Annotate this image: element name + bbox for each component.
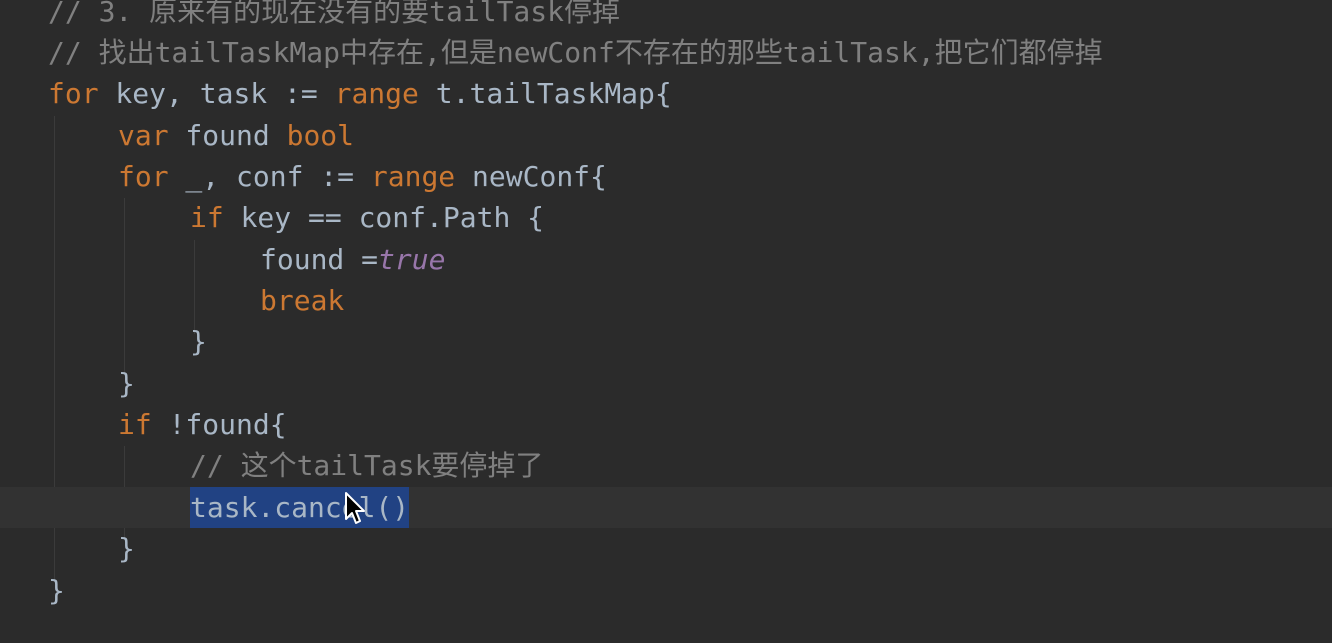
code-line-5[interactable]: for _, conf := range newConf{ xyxy=(0,156,1332,197)
statement: for _, conf := range newConf{ xyxy=(118,156,607,197)
code-line-4[interactable]: var found bool xyxy=(0,115,1332,156)
code-line-13-current[interactable]: task.cancel() xyxy=(0,487,1332,528)
condition: key == conf.Path { xyxy=(223,201,545,234)
code-line-3[interactable]: for key, task := range t.tailTaskMap{ xyxy=(0,73,1332,114)
closing-brace: } xyxy=(118,367,135,400)
comment: // 这个tailTask要停掉了 xyxy=(190,449,544,482)
keyword-for: for xyxy=(118,160,169,193)
code-line-14[interactable]: } xyxy=(0,528,1332,569)
mouse-pointer-icon xyxy=(345,492,365,524)
identifier: key, task := xyxy=(98,77,335,110)
statement: found =true xyxy=(260,239,445,280)
keyword-for: for xyxy=(48,77,99,110)
code-line-6[interactable]: if key == conf.Path { xyxy=(0,197,1332,238)
statement: if !found{ xyxy=(118,404,287,445)
code-line-15[interactable]: } xyxy=(0,570,1332,611)
statement: for key, task := range t.tailTaskMap{ xyxy=(48,73,672,114)
selected-text[interactable]: task.cancel() xyxy=(190,487,410,528)
closing-brace: } xyxy=(190,325,207,358)
comment: // 3. 原来有的现在没有的要tailTask停掉 xyxy=(48,0,621,28)
identifier: _, conf := xyxy=(168,160,371,193)
keyword-var: var xyxy=(118,119,169,152)
closing-brace: } xyxy=(118,532,135,565)
code-line-12[interactable]: // 这个tailTask要停掉了 xyxy=(0,445,1332,486)
statement: var found bool xyxy=(118,115,354,156)
comment: // 找出tailTaskMap中存在,但是newConf不存在的那些tailT… xyxy=(48,36,1103,69)
identifier: t.tailTaskMap{ xyxy=(418,77,672,110)
code-line-1[interactable]: // 3. 原来有的现在没有的要tailTask停掉 xyxy=(0,0,1332,32)
type-bool: bool xyxy=(286,119,355,152)
keyword-break: break xyxy=(260,284,345,317)
code-line-11[interactable]: if !found{ xyxy=(0,404,1332,445)
keyword-if: if xyxy=(190,201,224,234)
literal-true: true xyxy=(378,243,446,276)
keyword-if: if xyxy=(118,408,152,441)
statement: if key == conf.Path { xyxy=(190,197,544,238)
identifier: found xyxy=(168,119,287,152)
code-line-10[interactable]: } xyxy=(0,363,1332,404)
code-line-2[interactable]: // 找出tailTaskMap中存在,但是newConf不存在的那些tailT… xyxy=(0,32,1332,73)
code-line-9[interactable]: } xyxy=(0,321,1332,362)
identifier: found = xyxy=(260,243,379,276)
identifier: newConf{ xyxy=(455,160,607,193)
condition: !found{ xyxy=(151,408,287,441)
keyword-range: range xyxy=(334,77,419,110)
code-line-8[interactable]: break xyxy=(0,280,1332,321)
code-line-7[interactable]: found =true xyxy=(0,239,1332,280)
keyword-range: range xyxy=(370,160,456,193)
closing-brace: } xyxy=(48,574,65,607)
code-editor[interactable]: // 3. 原来有的现在没有的要tailTask停掉 // 找出tailTask… xyxy=(0,0,1332,643)
